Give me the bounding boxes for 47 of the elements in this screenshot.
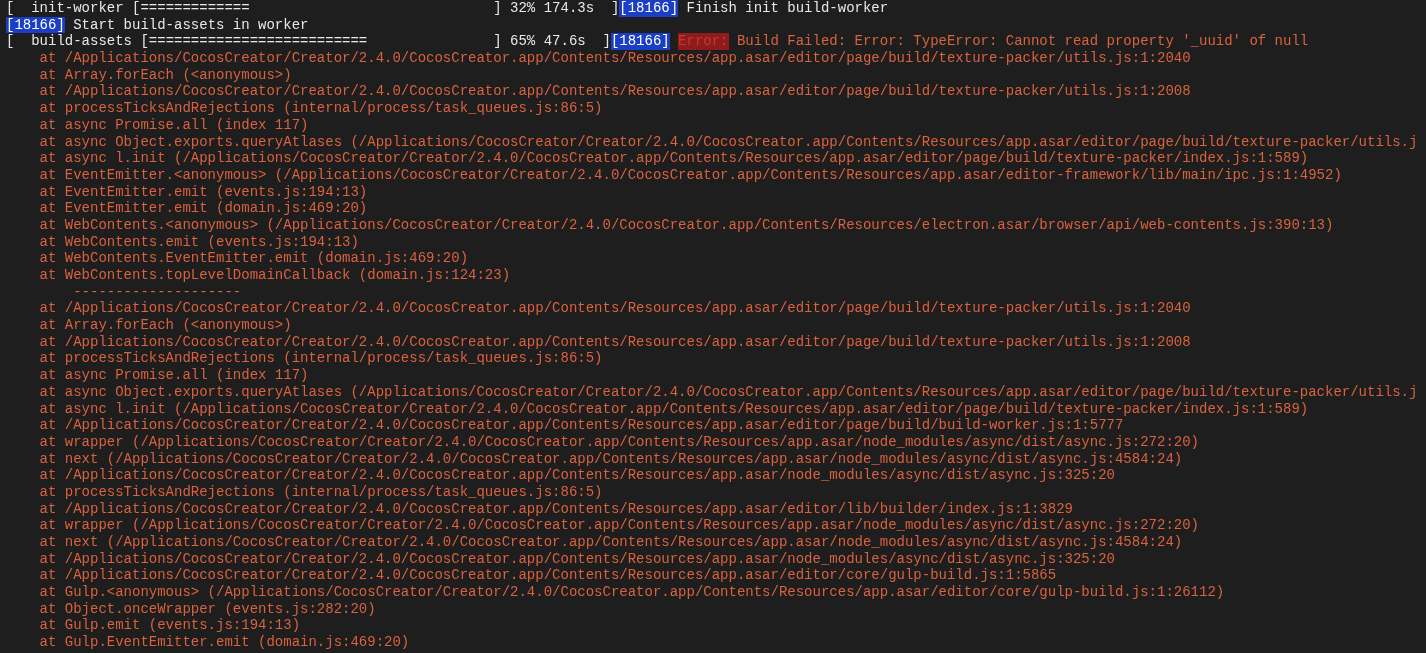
- stack-trace-line: at WebContents.EventEmitter.emit (domain.js:469:20): [38, 250, 470, 267]
- stack-trace-line: at async Object.exports.queryAtlases (/Applications/CocosCreator/Creator/2.4.0/CocosCreator.app/Contents/Resources/app.asar/editor/page/build/texture-packer/utils.j: [38, 133, 1419, 151]
- separator-line: --------------------: [72, 283, 243, 301]
- stack-trace-line: at next (/Applications/CocosCreator/Creator/2.4.0/CocosCreator.app/Contents/Resources/app.asar/node_modules/async/dist/async.js:4584:24): [38, 450, 1184, 468]
- process-id: [18166]: [6, 16, 65, 34]
- stack-trace-line: at Array.forEach (<anonymous>): [38, 317, 293, 334]
- stack-trace-line: at /Applications/CocosCreator/Creator/2.4.0/CocosCreator.app/Contents/Resources/app.asar/editor/page/build/texture-packer/utils.js:1:2040: [38, 300, 1192, 318]
- stack-trace-line: at WebContents.emit (events.js:194:13): [38, 233, 360, 251]
- stack-trace-line: at /Applications/CocosCreator/Creator/2.4.0/CocosCreator.app/Contents/Resources/app.asar/node_modules/async/dist/async.js:325:20: [38, 467, 1116, 484]
- stack-trace-line: at async l.init (/Applications/CocosCreator/Creator/2.4.0/CocosCreator.app/Contents/Resources/app.asar/editor/page/build/texture-packer/index.js:1:589): [38, 150, 1310, 167]
- stack-trace-line: at processTicksAndRejections (internal/process/task_queues.js:86:5): [38, 100, 604, 117]
- error-label: Error:: [678, 33, 729, 51]
- stack-trace-line: at Array.forEach (<anonymous>): [38, 66, 293, 84]
- log-message: Finish init build-worker: [686, 0, 889, 17]
- stack-trace-line: at EventEmitter.emit (domain.js:469:20): [38, 200, 369, 217]
- stack-trace-line: at next (/Applications/CocosCreator/Creator/2.4.0/CocosCreator.app/Contents/Resources/app.asar/node_modules/async/dist/async.js:4584:24): [38, 534, 1184, 551]
- stack-trace-line: at EventEmitter.emit (events.js:194:13): [38, 183, 369, 201]
- stack-trace-line: at async Object.exports.queryAtlases (/Applications/CocosCreator/Creator/2.4.0/CocosCreator.app/Contents/Resources/app.asar/editor/page/build/texture-packer/utils.j: [38, 383, 1419, 401]
- stack-trace-line: at /Applications/CocosCreator/Creator/2.4.0/CocosCreator.app/Contents/Resources/app.asar/node_modules/async/dist/async.js:325:20: [38, 550, 1116, 568]
- stack-trace-line: at wrapper (/Applications/CocosCreator/Creator/2.4.0/CocosCreator.app/Contents/Resources/app.asar/node_modules/async/dist/async.js:272:20): [38, 517, 1200, 534]
- stack-trace-line: at /Applications/CocosCreator/Creator/2.4.0/CocosCreator.app/Contents/Resources/app.asar/editor/page/build/texture-packer/utils.js:1:2008: [38, 83, 1192, 101]
- stack-trace-line: at wrapper (/Applications/CocosCreator/Creator/2.4.0/CocosCreator.app/Contents/Resources/app.asar/node_modules/async/dist/async.js:272:20): [38, 433, 1200, 451]
- stack-trace-line: at async Promise.all (index 117): [38, 367, 310, 384]
- stack-trace-line: at Gulp.emit (events.js:194:13): [38, 617, 302, 635]
- stack-trace-line: at WebContents.<anonymous> (/Applications/CocosCreator/Creator/2.4.0/CocosCreator.app/Contents/Resources/electron.asar/browser/api/web-contents.js:390:13): [38, 216, 1335, 234]
- process-id: [18166]: [619, 0, 679, 17]
- stack-trace-line: at Gulp.<anonymous> (/Applications/CocosCreator/Creator/2.4.0/CocosCreator.app/Contents/Resources/app.asar/editor/core/gulp-build.js:1:26112): [38, 584, 1226, 601]
- log-message: Start build-assets in worker: [73, 16, 309, 34]
- progress-bar-text: [ init-worker [=============: [6, 0, 251, 17]
- stack-trace-line: at /Applications/CocosCreator/Creator/2.4.0/CocosCreator.app/Contents/Resources/app.asar/editor/core/gulp-build.js:1:5865: [38, 567, 1058, 585]
- stack-trace-line: at Object.onceWrapper (events.js:282:20): [38, 600, 377, 618]
- stack-trace-line: at /Applications/CocosCreator/Creator/2.4.0/CocosCreator.app/Contents/Resources/app.asar/editor/page/build/texture-packer/utils.js:1:2008: [38, 333, 1192, 351]
- stack-trace-line: at /Applications/CocosCreator/Creator/2.4.0/CocosCreator.app/Contents/Resources/app.asar/editor/lib/builder/index.js:1:3829: [38, 500, 1074, 518]
- stack-trace-line: at WebContents.topLevelDomainCallback (domain.js:124:23): [38, 267, 512, 284]
- stack-trace-line: at EventEmitter.<anonymous> (/Applications/CocosCreator/Creator/2.4.0/CocosCreator.app/Contents/Resources/app.asar/editor-framework/lib/main/ipc.js:1:4952): [38, 166, 1343, 184]
- stack-trace-line: at async Promise.all (index 117): [38, 116, 310, 134]
- error-message: Build Failed: Error: TypeError: Cannot read property '_uuid' of null: [736, 33, 1309, 51]
- stack-trace-line: at async l.init (/Applications/CocosCreator/Creator/2.4.0/CocosCreator.app/Contents/Resources/app.asar/editor/page/build/texture-packer/index.js:1:589): [38, 400, 1310, 418]
- stack-trace-line: at processTicksAndRejections (internal/process/task_queues.js:86:5): [38, 483, 604, 501]
- progress-stats: ] 65% 47.6s ]: [493, 33, 611, 51]
- progress-bar-text: [ build-assets [==========================: [6, 33, 369, 51]
- process-id: [18166]: [610, 33, 670, 51]
- stack-trace-line: at /Applications/CocosCreator/Creator/2.4.0/CocosCreator.app/Contents/Resources/app.asar/editor/page/build/texture-packer/utils.js:1:2040: [38, 50, 1192, 67]
- stack-trace-line: at Gulp.EventEmitter.emit (domain.js:469:20): [38, 634, 411, 651]
- progress-stats: ] 32% 174.3s ]: [493, 0, 620, 17]
- stack-trace-line: at /Applications/CocosCreator/Creator/2.4.0/CocosCreator.app/Contents/Resources/app.asar/editor/page/build/build-worker.js:1:5777: [38, 417, 1125, 434]
- stack-trace-line: at processTicksAndRejections (internal/process/task_queues.js:86:5): [38, 350, 604, 368]
